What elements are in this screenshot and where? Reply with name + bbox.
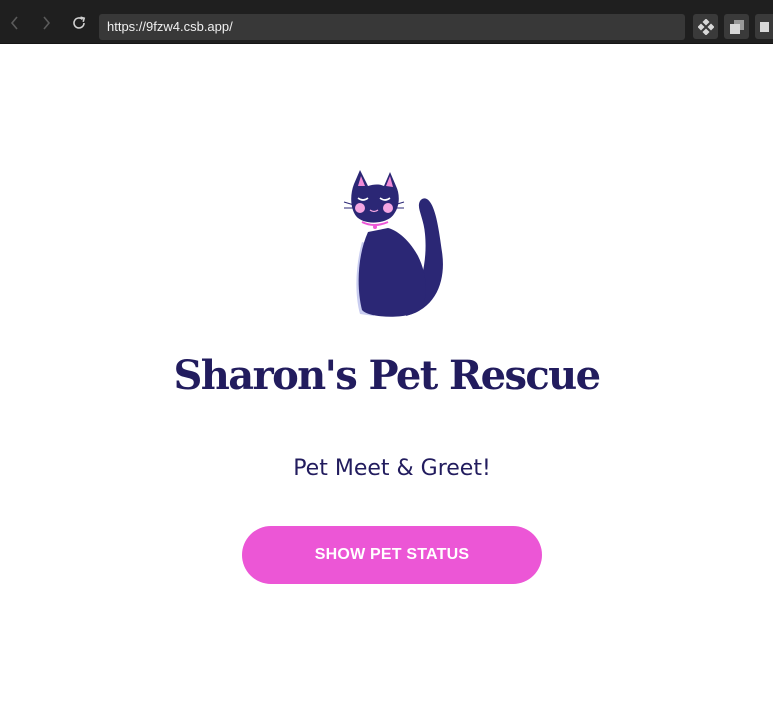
page-title: Sharon's Pet Rescue	[173, 352, 602, 399]
tab-switch-icon	[729, 19, 744, 34]
back-icon	[10, 16, 18, 30]
reload-icon	[73, 16, 86, 29]
page-subtitle: Pet Meet & Greet!	[293, 456, 491, 481]
tab-switch-button[interactable]	[724, 14, 749, 39]
page-content: Sharon's Pet Rescue Pet Meet & Greet! SH…	[0, 44, 773, 709]
extension-icon	[697, 18, 714, 35]
overflow-button[interactable]	[755, 14, 773, 39]
show-pet-status-button[interactable]: SHOW PET STATUS	[242, 526, 542, 584]
forward-icon	[43, 16, 51, 30]
cat-icon	[343, 170, 443, 317]
reload-button[interactable]	[69, 13, 89, 33]
browser-toolbar: https://9fzw4.csb.app/	[0, 0, 773, 44]
address-bar[interactable]: https://9fzw4.csb.app/	[99, 14, 685, 40]
extension-button[interactable]	[693, 14, 718, 39]
back-button[interactable]	[5, 13, 25, 33]
forward-button[interactable]	[36, 13, 56, 33]
overflow-icon	[760, 21, 769, 32]
